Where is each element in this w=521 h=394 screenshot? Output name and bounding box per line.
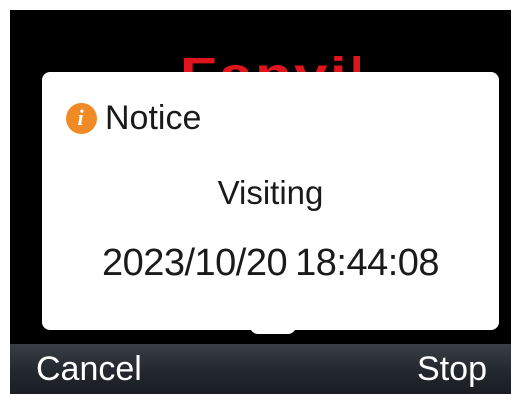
dialog-header: i Notice [66,98,201,138]
info-icon: i [66,102,97,134]
date-text: 2023/10/20 [101,242,288,284]
status-text: Visiting [217,174,324,211]
softkey-bar: Cancel Stop [10,344,511,394]
datetime-text: 2023/10/20 18:44:08 [42,244,499,282]
notice-dialog: i Notice Visiting 2023/10/20 18:44:08 [42,72,499,330]
phone-screen: Fanvil i Notice Visiting 2023/10/20 18:44… [10,10,511,394]
stop-softkey[interactable]: Stop [417,352,487,386]
cancel-softkey[interactable]: Cancel [36,352,142,386]
dialog-title: Notice [105,99,202,137]
time-text: 18:44:08 [295,242,440,284]
dialog-bottom-tab [250,326,296,334]
